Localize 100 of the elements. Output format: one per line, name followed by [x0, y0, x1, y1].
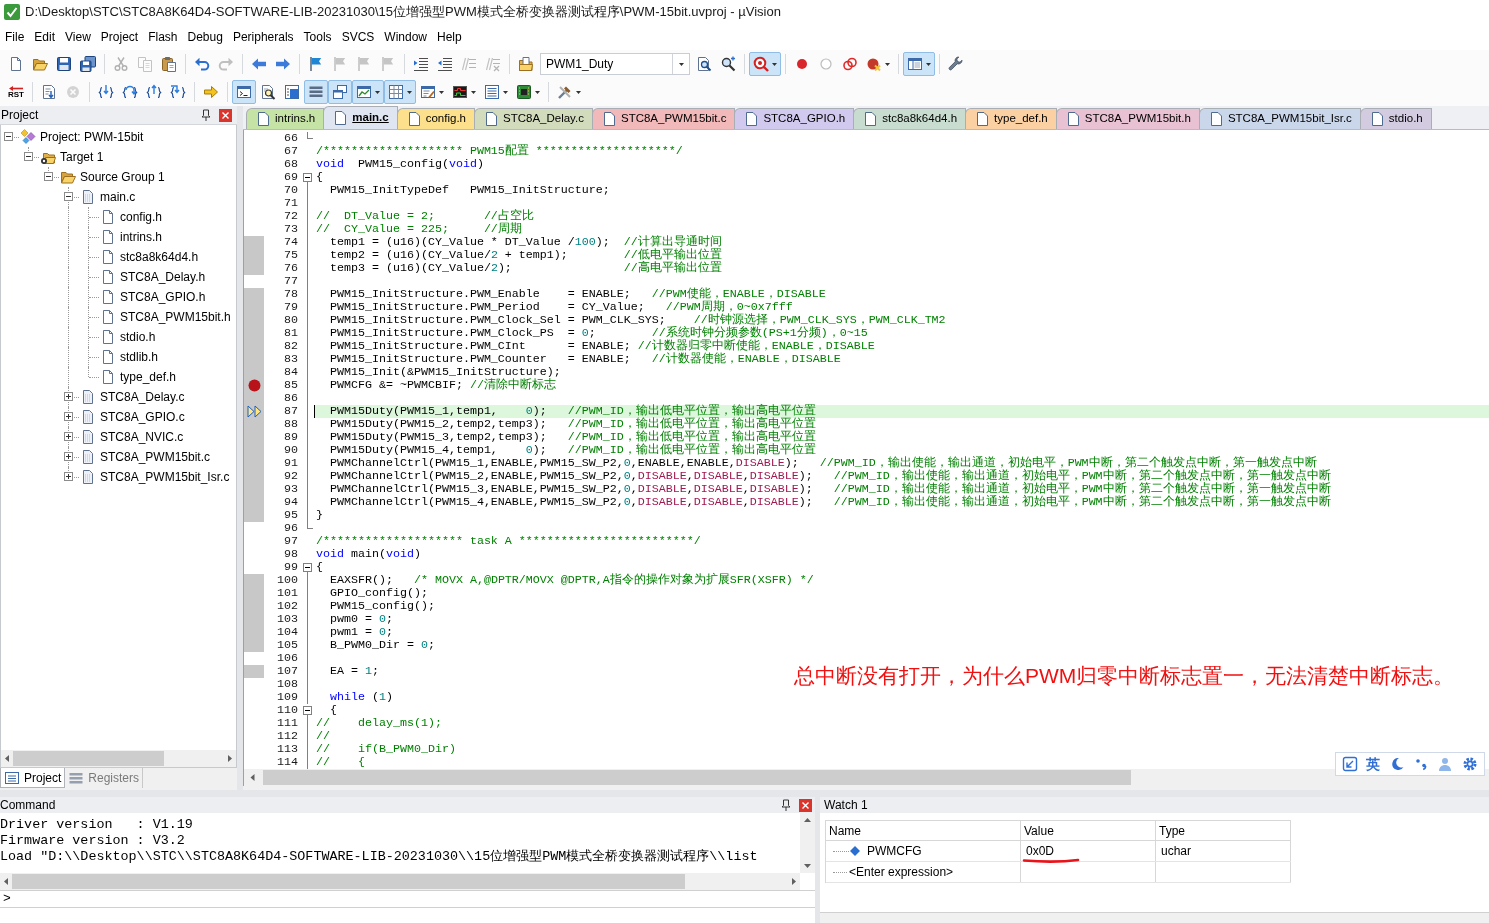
scrollbar[interactable] — [800, 813, 815, 873]
line-number: 103 — [277, 613, 298, 626]
expand-toggle[interactable] — [64, 392, 73, 401]
caret-down-icon — [439, 90, 444, 94]
chart-window-icon — [356, 84, 372, 100]
editor-tab[interactable]: stdio.h — [1359, 108, 1432, 129]
menu-item[interactable]: View — [60, 27, 96, 47]
flag-icon — [332, 56, 348, 72]
menu-item[interactable]: Debug — [182, 27, 228, 47]
search-icon — [720, 56, 736, 72]
expand-toggle[interactable] — [64, 452, 73, 461]
tree-item[interactable]: config.h — [120, 208, 163, 226]
tree-item[interactable]: STC8A_NVIC.c — [100, 428, 184, 446]
editor-tab[interactable]: STC8A_GPIO.h — [734, 108, 855, 129]
menu-item[interactable]: Peripherals — [227, 27, 299, 47]
file-icon — [80, 449, 96, 465]
toolbar-button[interactable]: RST — [4, 80, 28, 104]
expression-input[interactable]: <Enter expression> — [849, 863, 954, 881]
tree-item[interactable]: Project: PWM-15bit — [40, 128, 144, 146]
pin-icon[interactable] — [781, 799, 791, 811]
code-line: temp2 = (u16)(CY_Value/2 + temp1); //低电平输出位置 — [329, 249, 722, 262]
tree-item[interactable]: type_def.h — [120, 368, 177, 386]
tree-item[interactable]: STC8A_Delay.h — [120, 268, 206, 286]
menu-item[interactable]: SVCS — [336, 27, 380, 47]
tree-item[interactable]: STC8A_PWM15bit.c — [100, 448, 211, 466]
expand-toggle[interactable] — [64, 412, 73, 421]
tree-item[interactable]: stdlib.h — [120, 348, 159, 366]
code-line: { — [315, 171, 323, 184]
terminal-window-icon — [236, 84, 252, 100]
editor-tab[interactable]: config.h — [396, 108, 475, 129]
line-number: 90 — [284, 444, 298, 457]
tree-item[interactable]: STC8A_GPIO.c — [100, 408, 185, 426]
column-header[interactable]: Name — [829, 821, 861, 840]
combo-box[interactable]: PWM1_Duty — [540, 53, 690, 75]
folder-icon — [32, 56, 48, 72]
settings-icon[interactable] — [1461, 756, 1478, 772]
editor-tab[interactable]: STC8A_PWM15bit_Isr.c — [1198, 108, 1361, 129]
right-arrow-icon — [203, 84, 219, 100]
scrollbar[interactable] — [1, 750, 236, 767]
tree-item[interactable]: Source Group 1 — [80, 168, 165, 186]
column-header[interactable]: Value — [1024, 821, 1054, 840]
collapse-toggle[interactable] — [24, 152, 33, 161]
tree-item[interactable]: STC8A_GPIO.h — [120, 288, 206, 306]
expand-toggle[interactable] — [64, 472, 73, 481]
code-line: PWM15Duty(PWM15_1,temp1, 0); //PWM_ID，输出低电平位置，输出高电平位置 — [329, 405, 816, 418]
tree-item[interactable]: Target 1 — [60, 148, 104, 166]
menu-item[interactable]: File — [0, 27, 30, 47]
file-icon — [865, 112, 877, 126]
scrollbar-thumb[interactable] — [12, 874, 685, 889]
scrollbar[interactable] — [0, 873, 800, 890]
file-icon — [80, 389, 96, 405]
panel-tab[interactable]: Project — [0, 768, 66, 788]
menu-item[interactable]: Window — [379, 27, 432, 47]
editor-tab[interactable]: STC8A_PWM15bit.h — [1055, 108, 1200, 129]
collapse-toggle[interactable] — [44, 172, 53, 181]
close-button[interactable] — [799, 798, 812, 812]
scrollbar-thumb[interactable] — [263, 770, 1131, 785]
tree-item[interactable]: stc8a8k64d4.h — [120, 248, 199, 266]
crossed-dot-icon — [866, 56, 882, 72]
line-number: 114 — [277, 756, 298, 769]
code-line: /******************** task A *************************/ — [315, 535, 701, 548]
line-number: 104 — [277, 626, 298, 639]
editor-tab[interactable]: type_def.h — [965, 108, 1057, 129]
editor-tab[interactable]: STC8A_PWM15bit.c — [591, 108, 736, 129]
braces-arrow-icon — [98, 84, 114, 100]
fold-toggle[interactable] — [303, 706, 312, 715]
line-number: 74 — [284, 236, 298, 249]
menu-item[interactable]: Edit — [29, 27, 61, 47]
editor-tab[interactable]: intrins.h — [246, 108, 325, 129]
collapse-toggle[interactable] — [64, 192, 73, 201]
menu-item[interactable]: Project — [95, 27, 144, 47]
menu-item[interactable]: Tools — [298, 27, 337, 47]
tree-item[interactable]: main.c — [100, 188, 136, 206]
command-input[interactable]: > — [0, 890, 815, 908]
close-button[interactable] — [219, 108, 232, 122]
editor-tab[interactable]: stc8a8k64d4.h — [853, 108, 967, 129]
fold-toggle[interactable] — [303, 173, 312, 182]
editor-tab[interactable]: STC8A_Delay.c — [474, 108, 593, 129]
line-number: 89 — [284, 431, 298, 444]
menu-item[interactable]: Flash — [143, 27, 183, 47]
editor-tab[interactable]: main.c — [323, 106, 398, 129]
collapse-toggle[interactable] — [4, 132, 13, 141]
pin-icon[interactable] — [201, 109, 211, 121]
menu-item[interactable]: Help — [432, 27, 467, 47]
language-toggle[interactable]: 英 — [1366, 756, 1381, 772]
expand-toggle[interactable] — [64, 432, 73, 441]
tree-item[interactable]: STC8A_Delay.c — [100, 388, 185, 406]
tree-item[interactable]: STC8A_PWM15bit.h — [120, 308, 231, 326]
line-number: 106 — [277, 652, 298, 665]
fold-toggle[interactable] — [303, 563, 312, 572]
tree-item[interactable]: stdio.h — [120, 328, 156, 346]
scrollbar-thumb[interactable] — [13, 751, 164, 766]
column-header[interactable]: Type — [1159, 821, 1185, 840]
panel-title: Watch 1 — [824, 797, 868, 814]
tree-item[interactable]: STC8A_PWM15bit_Isr.c — [100, 468, 230, 486]
waveform-icon — [452, 84, 468, 100]
tree-item[interactable]: intrins.h — [120, 228, 163, 246]
clipboard-icon — [161, 56, 177, 72]
panel-tab[interactable]: Registers — [65, 768, 144, 788]
line-number: 84 — [284, 366, 298, 379]
